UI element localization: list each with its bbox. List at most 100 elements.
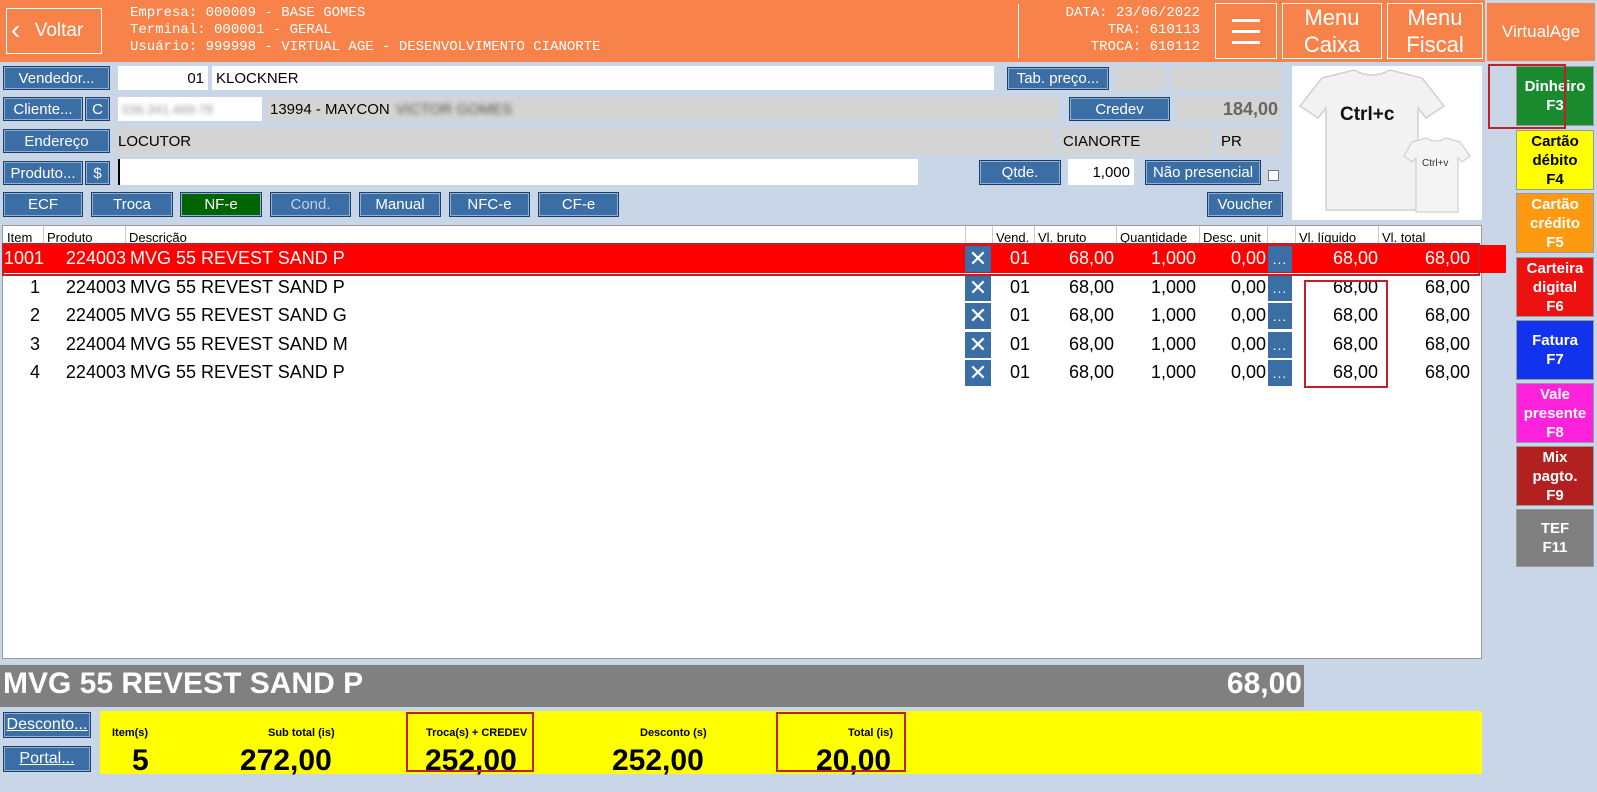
cliente-name-text: 13994 - MAYCON [270,100,390,118]
remove-item-button[interactable]: ✕ [965,360,991,386]
table-row[interactable]: 3 224004 MVG 55 REVEST SAND M 01 68,00 1,000 0… [4,331,1506,359]
header-date-info: DATA: 23/06/2022 TRA: 610113 TROCA: 6101… [1022,5,1200,56]
cfe-button[interactable]: CF-e [538,192,619,217]
cliente-doc-field[interactable]: 036.341.469-78 [118,97,262,121]
header-divider [1018,4,1019,58]
menu-caixa-line1: Menu [1304,5,1360,30]
produto-button[interactable]: Produto... [3,161,83,185]
desconto-button[interactable]: Desconto... [3,712,91,738]
tab-preco-button[interactable]: Tab. preço... [1007,67,1109,90]
col-descricao: Descrição [129,230,187,245]
cell-quantidade: 1,000 [1150,362,1196,382]
cell-vend: 01 [1009,334,1030,354]
menu-fiscal-line1: Menu [1407,5,1463,30]
payment-button-carteira[interactable]: Carteira digital F6 [1516,257,1594,317]
cell-vend: 01 [1009,362,1030,382]
payment-button-fatura[interactable]: Fatura F7 [1516,320,1594,380]
vendedor-code-field[interactable]: 01 [118,66,208,90]
payment-label-line1: Fatura [1532,332,1578,349]
col-quantidade: Quantidade [1120,230,1188,245]
cond-button[interactable]: Cond. [270,192,351,217]
cell-produto: 224005 [65,305,126,325]
cell-quantidade: 1,000 [1150,334,1196,354]
manual-button[interactable]: Manual [359,192,441,217]
cliente-button[interactable]: Cliente... [3,97,83,121]
tab-preco-desc-field [1172,67,1282,90]
credev-value: 184,00 [1176,97,1282,121]
payment-button-tef[interactable]: TEF F11 [1516,509,1594,567]
remove-item-button[interactable]: ✕ [965,332,991,358]
menu-fiscal-button[interactable]: Menu Fiscal [1387,3,1483,59]
back-button[interactable]: ‹ Voltar [6,8,102,54]
tshirt-text-large: Ctrl+c [1340,104,1395,125]
payment-label-line2: F11 [1542,539,1568,556]
nfe-button[interactable]: NF-e [180,192,262,217]
desconto-total-value: 252,00 [612,744,704,777]
payment-label-line1: Carteira [1526,259,1584,277]
produto-input[interactable] [118,159,918,185]
item-details-button[interactable]: ... [1268,303,1292,329]
nao-presencial-button[interactable]: Não presencial [1145,160,1261,185]
uf-field: PR [1217,127,1282,155]
payment-button-carto[interactable]: Cartão débito F4 [1516,130,1594,190]
selected-row-highlight [2,243,1480,276]
header-menu-button[interactable] [1215,3,1277,59]
cell-item: 4 [29,362,40,382]
cell-vl-bruto: 68,00 [1068,334,1114,354]
tab-preco-field[interactable] [1115,67,1165,90]
payment-label-line3: F8 [1546,423,1564,441]
payment-button-mix[interactable]: Mix pagto. F9 [1516,446,1594,506]
chevron-left-icon: ‹ [11,14,21,45]
itens-label: Item(s) [112,727,149,739]
item-details-button[interactable]: ... [1268,360,1292,386]
qtde-field[interactable]: 1,000 [1068,159,1134,185]
menu-caixa-button[interactable]: Menu Caixa [1282,3,1382,59]
troca-text: TROCA: 610112 [1090,39,1200,55]
payment-label-line1: Cartão [1531,132,1579,150]
troca-button[interactable]: Troca [91,192,173,217]
nao-presencial-checkbox[interactable] [1268,170,1279,181]
payment-label-line3: F5 [1546,233,1564,251]
payment-label-line1: Cartão [1531,195,1579,213]
menu-fiscal-line2: Fiscal [1406,32,1464,57]
produto-price-button[interactable]: $ [85,161,110,185]
vendedor-name-field[interactable]: KLOCKNER [212,66,994,90]
itens-value: 5 [132,744,149,777]
table-row[interactable]: 2 224005 MVG 55 REVEST SAND G 01 68,00 1,000 0… [4,302,1506,330]
vendedor-button[interactable]: Vendedor... [3,66,110,90]
remove-item-button[interactable]: ✕ [965,275,991,301]
endereco-button[interactable]: Endereço [3,129,110,153]
cell-descricao: MVG 55 REVEST SAND P [130,277,345,297]
cliente-c-button[interactable]: C [85,97,110,121]
item-details-button[interactable]: ... [1268,332,1292,358]
back-label: Voltar [34,20,84,41]
ecf-button[interactable]: ECF [3,192,83,217]
item-details-button[interactable]: ... [1268,275,1292,301]
cell-vl-total: 68,00 [1424,334,1470,354]
cell-descricao: MVG 55 REVEST SAND G [130,305,347,325]
usuario-text: Usuário: 999998 - VIRTUAL AGE - DESENVOL… [130,39,601,55]
credev-button[interactable]: Credev [1069,97,1170,121]
payment-label-line1: Mix [1542,448,1568,466]
cell-desc-unit: 0,00 [1230,334,1266,354]
qtde-button[interactable]: Qtde. [979,160,1061,185]
payment-button-carto[interactable]: Cartão crédito F5 [1516,193,1594,253]
payment-label-line2: débito [1532,151,1578,169]
payment-button-vale[interactable]: Vale presente F8 [1516,383,1594,443]
payment-label-line2: F7 [1546,351,1564,368]
cell-vl-total: 68,00 [1424,362,1470,382]
remove-item-button[interactable]: ✕ [965,303,991,329]
hamburger-icon [1232,29,1260,33]
nfce-button[interactable]: NFC-e [449,192,530,217]
payment-label-line2: digital [1532,278,1578,296]
payment-label-line3: F6 [1546,297,1564,315]
cell-vend: 01 [1009,277,1030,297]
voucher-button[interactable]: Voucher [1207,192,1283,217]
cliente-surname-text: VICTOR GOMES [395,100,513,118]
portal-button[interactable]: Portal... [3,746,91,772]
cell-produto: 224003 [65,362,126,382]
cell-vl-total: 68,00 [1424,277,1470,297]
table-row[interactable]: 4 224003 MVG 55 REVEST SAND P 01 68,00 1,000 0… [4,359,1506,387]
col-vl-liquido: Vl. líquido [1299,230,1357,245]
table-row[interactable]: 1 224003 MVG 55 REVEST SAND P 01 68,00 1,000 0… [4,274,1506,302]
